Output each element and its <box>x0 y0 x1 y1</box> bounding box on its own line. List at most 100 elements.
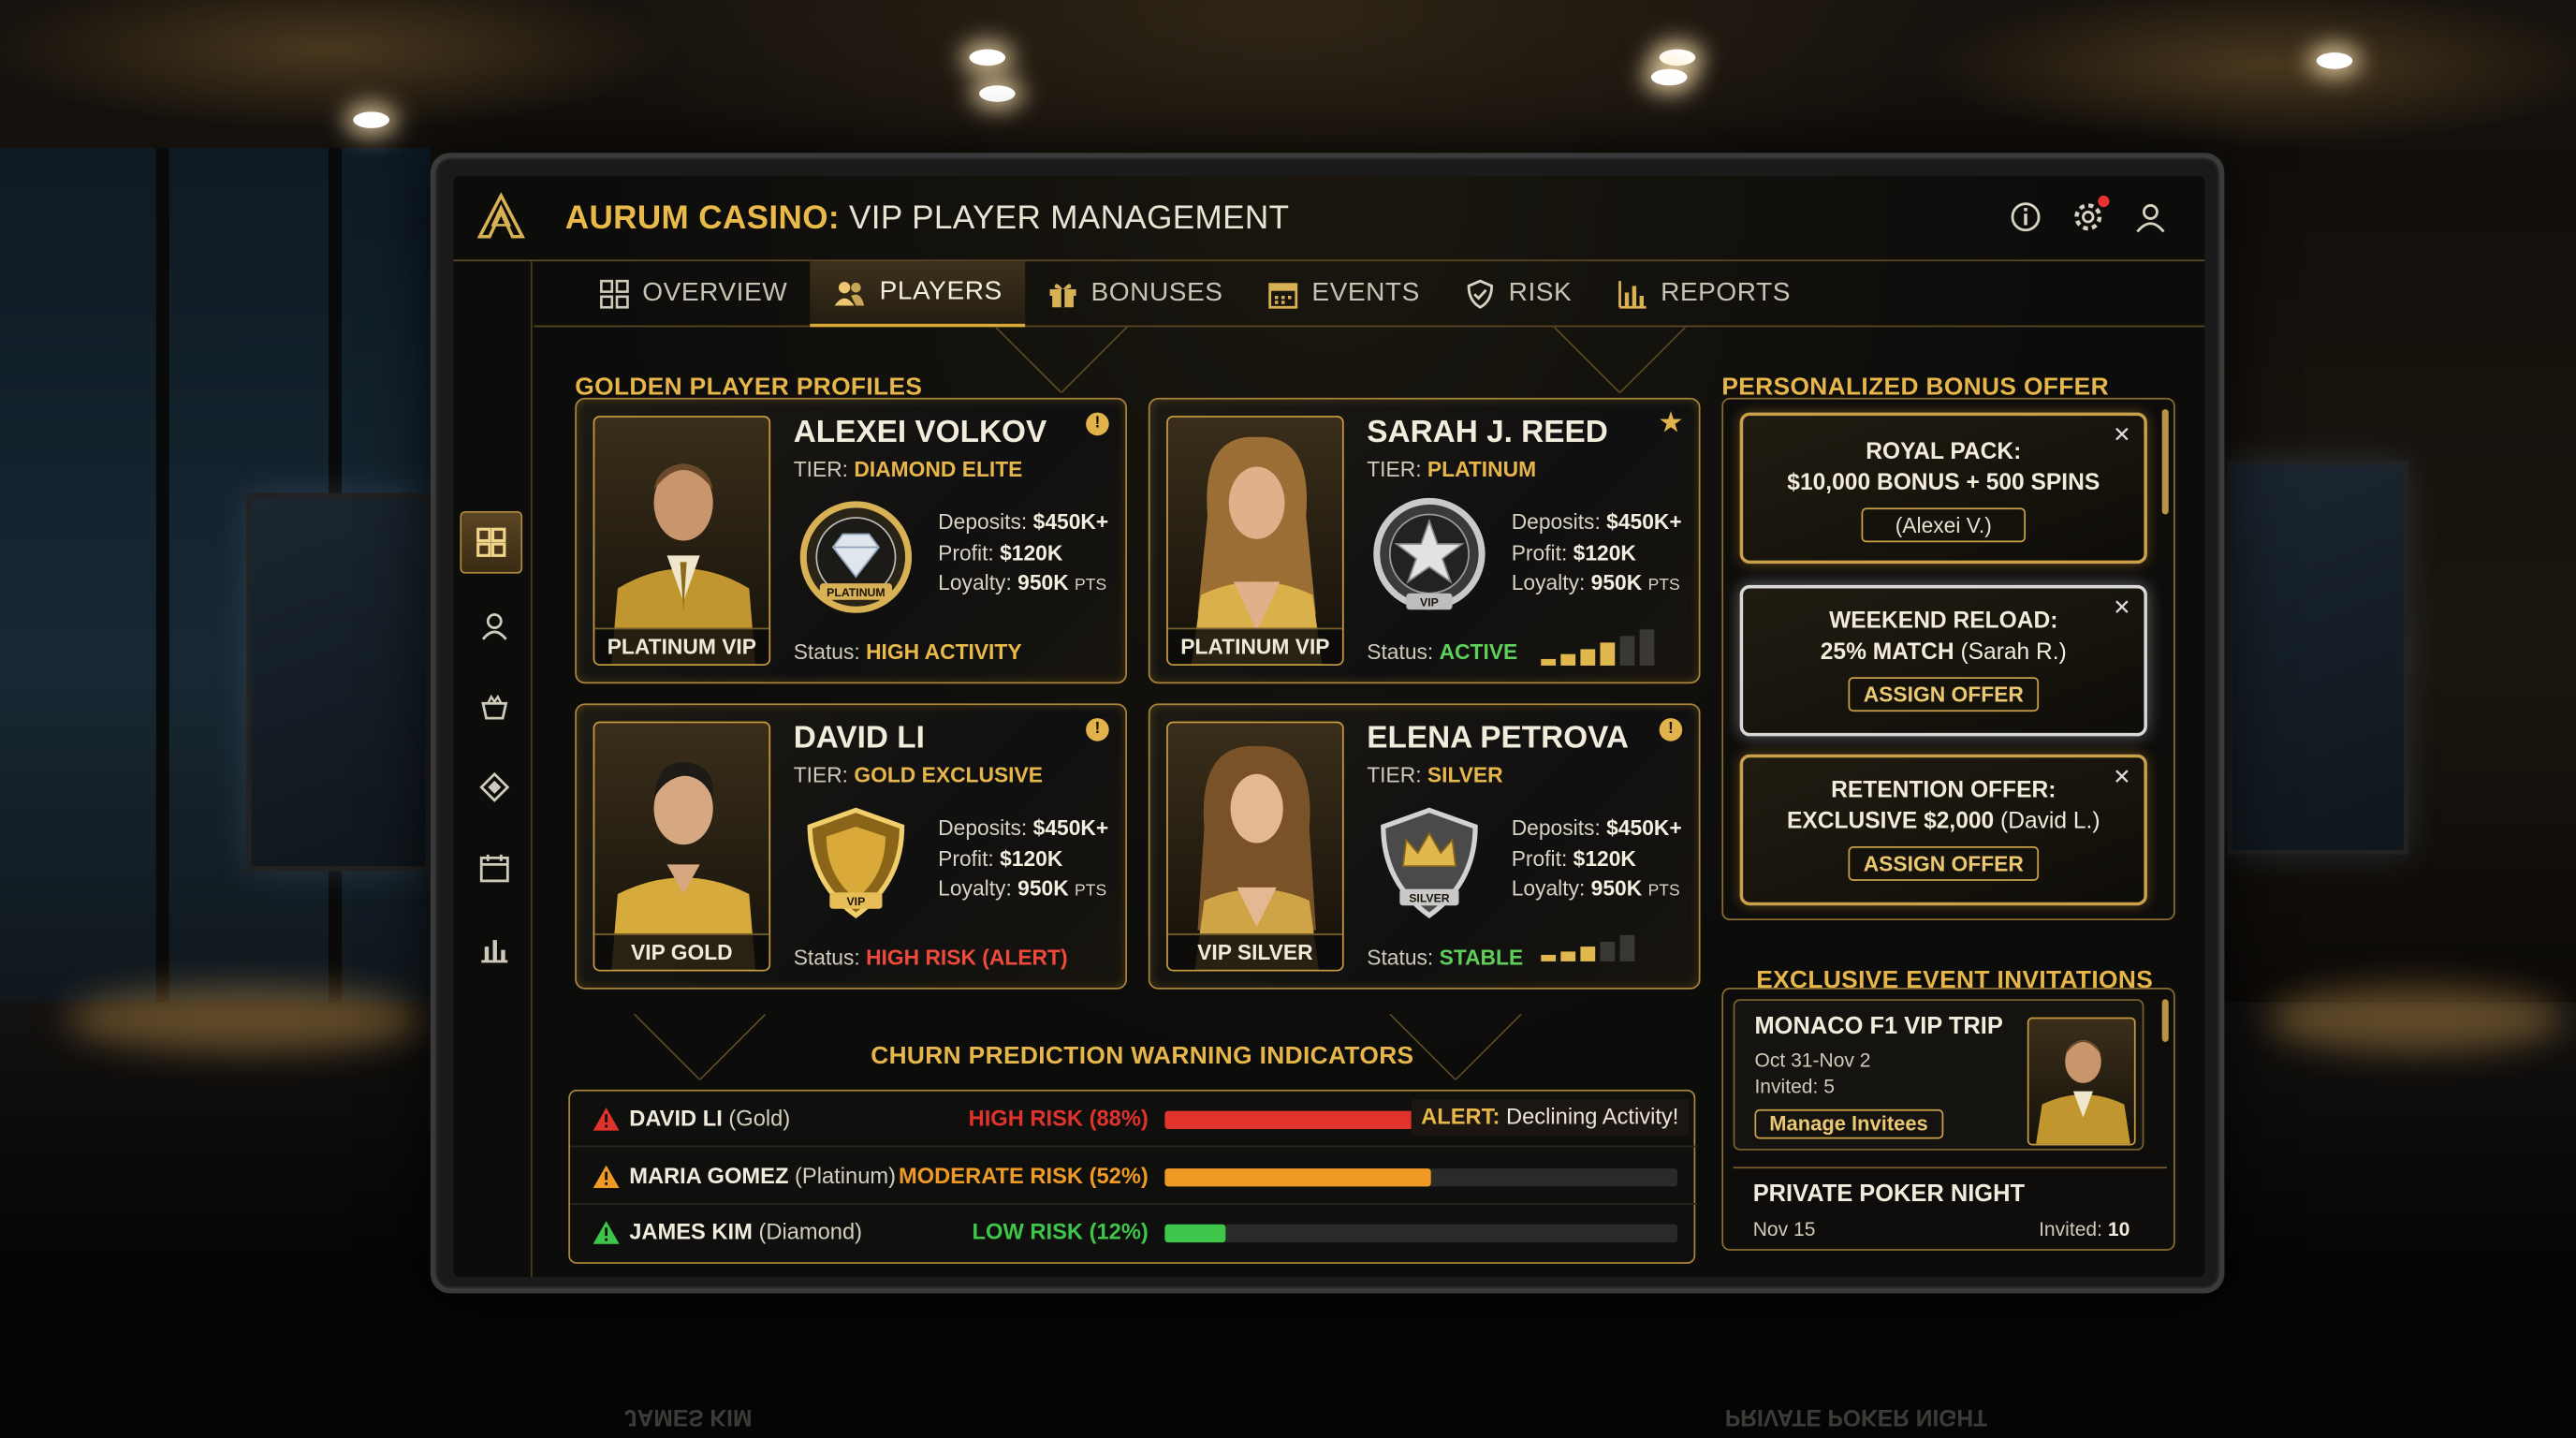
favorite-star-icon[interactable]: ★ <box>1660 411 1683 436</box>
title-bar: AURUM CASINO: VIP PLAYER MANAGEMENT <box>453 176 2205 262</box>
player-photo: PLATINUM VIP <box>593 416 771 666</box>
manage-invitees-button[interactable]: Manage Invitees <box>1754 1108 1943 1139</box>
bonus-card[interactable]: ✕ RETENTION OFFER: EXCLUSIVE $2,000 (Dav… <box>1739 754 2147 906</box>
window-frame <box>155 147 169 1035</box>
event-title: MONACO F1 VIP TRIP <box>1754 1014 2003 1041</box>
churn-risk-bar <box>1164 1224 1677 1243</box>
close-icon[interactable]: ✕ <box>2113 764 2130 790</box>
player-name: SARAH J. REED <box>1367 416 1608 450</box>
player-stats: Deposits: $450K+ Profit: $120K Loyalty: … <box>938 509 1109 595</box>
ceiling-light <box>1659 49 1696 66</box>
event-invited: Invited: 5 <box>1754 1075 1835 1098</box>
churn-risk-label: LOW RISK (12%) <box>972 1219 1149 1244</box>
activity-bars <box>1541 629 1655 666</box>
user-profile-icon[interactable] <box>2132 198 2169 235</box>
svg-text:VIP: VIP <box>1420 596 1439 609</box>
tab-events[interactable]: EVENTS <box>1246 261 1442 327</box>
player-photo: VIP GOLD <box>593 721 771 972</box>
sidebar-item-bonuses[interactable] <box>463 675 526 738</box>
event-card[interactable]: MONACO F1 VIP TRIP Oct 31-Nov 2 Invited:… <box>1733 999 2144 1151</box>
warning-icon <box>593 1165 620 1189</box>
scrollbar[interactable] <box>2161 409 2169 515</box>
close-icon[interactable]: ✕ <box>2113 422 2130 448</box>
ceiling-light <box>2316 52 2353 69</box>
event-card[interactable]: PRIVATE POKER NIGHT Nov 15 Invited: 10 <box>1733 1167 2167 1249</box>
player-name: ELENA PETROVA <box>1367 721 1630 756</box>
floor-glow <box>66 986 428 1052</box>
assigned-player-button[interactable]: (Alexei V.) <box>1860 507 2027 543</box>
diamond-icon <box>479 771 510 802</box>
bonus-detail: 25% MATCH (Sarah R.) <box>1820 638 2067 665</box>
warning-icon <box>593 1108 620 1131</box>
tab-overview[interactable]: OVERVIEW <box>577 261 811 327</box>
floor-reflection: JAMES KIM PRIVATE POKER NIGHT <box>623 1404 1988 1431</box>
tab-bonuses[interactable]: BONUSES <box>1025 261 1246 327</box>
background-monitor <box>2227 460 2408 855</box>
svg-text:PLATINUM: PLATINUM <box>827 586 885 599</box>
churn-row[interactable]: MARIA GOMEZ (Platinum) MODERATE RISK (52… <box>570 1149 1698 1205</box>
churn-risk-label: HIGH RISK (88%) <box>968 1106 1149 1131</box>
bonus-card[interactable]: ✕ ROYAL PACK: $10,000 BONUS + 500 SPINS … <box>1739 412 2147 565</box>
activity-bar <box>1619 636 1635 666</box>
tab-players[interactable]: PLAYERS <box>810 261 1026 328</box>
churn-row[interactable]: DAVID LI (Gold) HIGH RISK (88%) ALERT: D… <box>570 1092 1698 1148</box>
sidebar-item-reports[interactable] <box>463 917 526 980</box>
main-tabs: OVERVIEW PLAYERS BONUSES EVENTS RISK REP… <box>534 261 2205 328</box>
info-icon[interactable]: ! <box>1086 718 1109 741</box>
ceiling-light <box>979 85 1016 102</box>
event-dates: Nov 15 <box>1752 1217 1816 1241</box>
event-title: PRIVATE POKER NIGHT <box>1752 1181 2026 1209</box>
users-icon <box>835 282 865 306</box>
bonus-offers-panel: ✕ ROYAL PACK: $10,000 BONUS + 500 SPINS … <box>1721 397 2175 921</box>
assign-offer-button[interactable]: ASSIGN OFFER <box>1848 846 2039 881</box>
settings-icon[interactable] <box>2070 195 2110 235</box>
decorative-chevrons <box>995 327 1686 393</box>
player-tier-tag: VIP GOLD <box>594 933 769 970</box>
event-invited: Invited: 10 <box>2039 1217 2130 1241</box>
player-tier: TIER: SILVER <box>1367 762 1503 787</box>
page-title: AURUM CASINO: VIP PLAYER MANAGEMENT <box>564 200 1290 237</box>
section-title-churn: CHURN PREDICTION WARNING INDICATORS <box>871 1041 1414 1070</box>
player-tier-tag: PLATINUM VIP <box>1167 627 1342 665</box>
activity-bar <box>1541 658 1557 666</box>
silver-crown-badge-icon: SILVER <box>1381 807 1478 919</box>
sidebar-item-dashboard[interactable] <box>460 510 523 574</box>
player-card[interactable]: VIP SILVER ELENA PETROVA TIER: SILVER SI… <box>1148 703 1701 990</box>
event-photo <box>2027 1017 2136 1146</box>
tab-risk[interactable]: RISK <box>1442 261 1594 327</box>
sidebar-item-events[interactable] <box>463 837 526 900</box>
churn-risk-bar <box>1164 1168 1677 1187</box>
tab-label: EVENTS <box>1311 279 1420 308</box>
bonus-card[interactable]: ✕ WEEKEND RELOAD: 25% MATCH (Sarah R.) A… <box>1739 584 2147 737</box>
player-photo: VIP SILVER <box>1166 721 1344 972</box>
churn-risk-label: MODERATE RISK (52%) <box>899 1163 1149 1189</box>
player-tier: TIER: GOLD EXCLUSIVE <box>793 762 1043 787</box>
svg-text:SILVER: SILVER <box>1409 892 1450 905</box>
sidebar-item-vip[interactable] <box>463 756 526 818</box>
gold-shield-badge-icon: VIP <box>807 807 905 919</box>
churn-risk-fill <box>1164 1168 1432 1187</box>
info-icon[interactable]: ! <box>1086 412 1109 436</box>
churn-row[interactable]: JAMES KIM (Diamond) LOW RISK (12%) <box>570 1205 1697 1261</box>
event-dates: Oct 31-Nov 2 <box>1754 1048 1871 1072</box>
player-card[interactable]: PLATINUM VIP SARAH J. REED TIER: PLATINU… <box>1148 397 1701 684</box>
player-card[interactable]: VIP GOLD DAVID LI TIER: GOLD EXCLUSIVE V… <box>575 703 1127 990</box>
player-card[interactable]: PLATINUM VIP ALEXEI VOLKOV TIER: DIAMOND… <box>575 397 1127 684</box>
activity-bar <box>1560 653 1576 666</box>
activity-bar <box>1619 934 1635 961</box>
player-tier-tag: PLATINUM VIP <box>594 627 769 665</box>
assign-offer-button[interactable]: ASSIGN OFFER <box>1848 677 2039 712</box>
floor-glow <box>2267 986 2563 1052</box>
activity-bar <box>1639 629 1655 666</box>
scrollbar[interactable] <box>2161 999 2169 1042</box>
sidebar-item-players[interactable] <box>463 594 526 657</box>
info-icon[interactable]: ! <box>1659 718 1683 741</box>
grid-icon <box>600 279 629 309</box>
info-icon[interactable] <box>2008 198 2044 235</box>
ceiling-light <box>353 111 389 128</box>
close-icon[interactable]: ✕ <box>2113 594 2130 621</box>
tab-reports[interactable]: REPORTS <box>1595 261 1814 327</box>
crown-basket-icon <box>481 694 508 720</box>
player-name: DAVID LI <box>793 721 925 756</box>
app-window: AURUM CASINO: VIP PLAYER MANAGEMENT OVER… <box>453 175 2205 1277</box>
